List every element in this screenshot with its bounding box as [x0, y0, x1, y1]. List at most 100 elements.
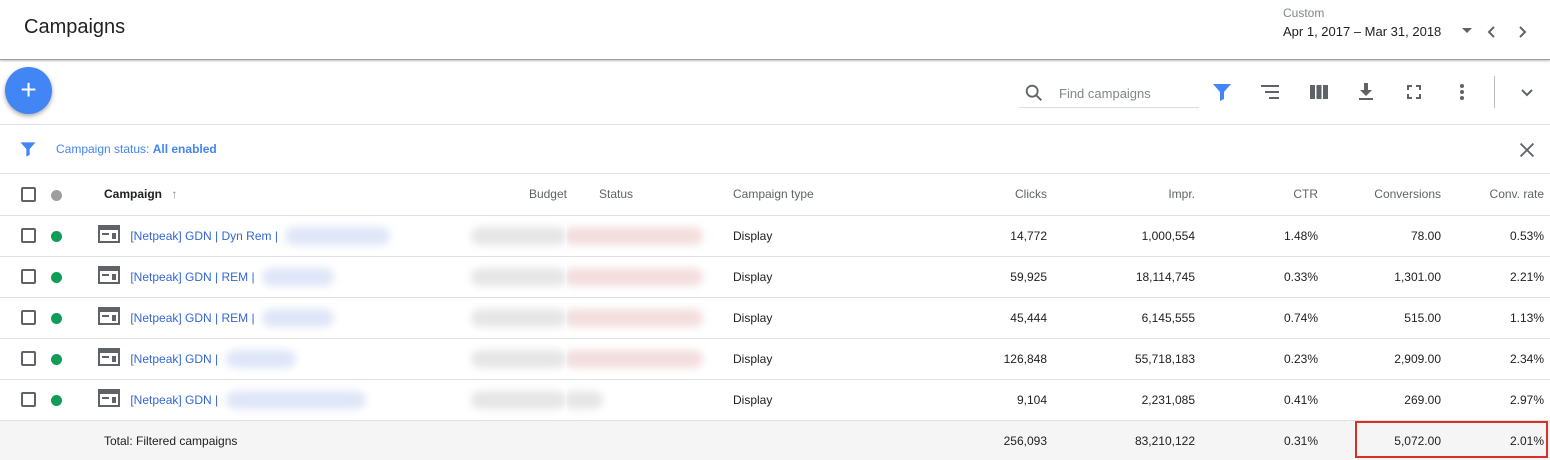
conversions-cell: 1,301.00	[1394, 269, 1441, 284]
filter-bar: Campaign status: All enabled	[0, 125, 1550, 174]
page-header: Campaigns Custom Apr 1, 2017 – Mar 31, 2…	[0, 0, 1550, 60]
impr-cell: 2,231,085	[1141, 392, 1195, 407]
redacted-status	[567, 308, 703, 327]
redacted-status	[567, 267, 703, 286]
impr-cell: 55,718,183	[1134, 351, 1195, 366]
segment-icon[interactable]	[1258, 80, 1282, 104]
chevron-left-icon[interactable]	[1481, 20, 1501, 44]
clicks-cell: 126,848	[1003, 351, 1047, 366]
fullscreen-icon[interactable]	[1402, 80, 1426, 104]
conversions-cell: 78.00	[1410, 228, 1441, 243]
filter-icon	[18, 139, 38, 164]
close-icon[interactable]	[1516, 139, 1538, 166]
campaign-name-link[interactable]: [Netpeak] GDN |	[130, 352, 218, 366]
row-checkbox[interactable]	[21, 228, 36, 244]
redacted-status	[567, 349, 703, 368]
search-icon	[1025, 84, 1042, 101]
status-enabled-dot[interactable]	[51, 353, 62, 365]
redacted-text	[285, 226, 391, 245]
column-header-clicks[interactable]: Clicks	[863, 174, 1047, 215]
row-checkbox[interactable]	[21, 392, 36, 408]
conv-rate-cell: 2.21%	[1509, 269, 1544, 284]
row-checkbox[interactable]	[21, 269, 36, 285]
redacted-budget	[471, 390, 567, 409]
column-header-budget[interactable]: Budget	[436, 174, 567, 215]
total-row: Total: Filtered campaigns 256,093 83,210…	[0, 420, 1550, 460]
conversions-cell: 515.00	[1404, 310, 1441, 325]
status-enabled-dot[interactable]	[51, 394, 62, 406]
columns-icon[interactable]	[1307, 80, 1331, 104]
campaign-name-link[interactable]: [Netpeak] GDN | REM |	[130, 270, 254, 284]
status-enabled-dot[interactable]	[51, 230, 62, 242]
total-impr: 83,210,122	[1134, 433, 1195, 448]
redacted-status	[567, 390, 603, 409]
chevron-down-icon[interactable]	[1515, 80, 1539, 104]
date-dropdown-arrow-icon[interactable]	[1462, 28, 1472, 33]
chevron-right-icon[interactable]	[1513, 20, 1533, 44]
campaigns-table: Campaign ↑ Budget Status Campaign type C…	[0, 174, 1550, 460]
add-campaign-button[interactable]: +	[5, 67, 52, 114]
search-box[interactable]	[1019, 78, 1199, 108]
redacted-text	[225, 349, 296, 368]
total-conv-rate: 2.01%	[1509, 433, 1544, 448]
total-conversions: 5,072.00	[1394, 433, 1441, 448]
redacted-text	[261, 308, 334, 327]
table-row[interactable]: [Netpeak] GDN | Display 126,848 55,718,1…	[0, 338, 1550, 379]
display-campaign-icon	[98, 389, 120, 410]
campaign-name-link[interactable]: [Netpeak] GDN | REM |	[130, 311, 254, 325]
total-clicks: 256,093	[1003, 433, 1047, 448]
filter-value: All enabled	[152, 142, 217, 156]
campaign-type: Display	[733, 351, 773, 366]
row-checkbox[interactable]	[21, 351, 36, 367]
table-row[interactable]: [Netpeak] GDN | Dyn Rem | Display 14,772…	[0, 215, 1550, 256]
status-header-dot	[51, 189, 62, 201]
toolbar-divider	[1494, 76, 1495, 108]
display-campaign-icon	[98, 348, 120, 369]
date-range-picker[interactable]: Custom Apr 1, 2017 – Mar 31, 2018	[1283, 6, 1477, 39]
campaign-name-link[interactable]: [Netpeak] GDN | Dyn Rem |	[130, 229, 278, 243]
clicks-cell: 59,925	[1010, 269, 1047, 284]
ctr-cell: 1.48%	[1283, 228, 1318, 243]
impr-cell: 1,000,554	[1141, 228, 1195, 243]
campaign-type: Display	[733, 269, 773, 284]
redacted-budget	[471, 226, 567, 245]
conv-rate-cell: 2.34%	[1509, 351, 1544, 366]
redacted-budget	[471, 349, 567, 368]
column-header-status[interactable]: Status	[567, 174, 733, 215]
redacted-text	[225, 390, 366, 409]
ctr-cell: 0.41%	[1283, 392, 1318, 407]
column-header-conv-rate[interactable]: Conv. rate	[1441, 174, 1550, 215]
date-range-label: Custom	[1283, 6, 1325, 20]
toolbar: +	[0, 60, 1550, 125]
impr-cell: 6,145,555	[1141, 310, 1195, 325]
filter-chip[interactable]: Campaign status: All enabled	[56, 142, 217, 156]
status-enabled-dot[interactable]	[51, 312, 62, 324]
redacted-budget	[471, 267, 567, 286]
column-header-campaign[interactable]: Campaign ↑	[96, 174, 436, 215]
column-header-campaign-type[interactable]: Campaign type	[733, 174, 863, 215]
ctr-cell: 0.23%	[1283, 351, 1318, 366]
filter-icon[interactable]	[1210, 80, 1234, 104]
column-header-conversions[interactable]: Conversions	[1318, 174, 1441, 215]
clicks-cell: 9,104	[1016, 392, 1047, 407]
campaign-name-link[interactable]: [Netpeak] GDN |	[130, 393, 218, 407]
status-enabled-dot[interactable]	[51, 271, 62, 283]
table-row[interactable]: [Netpeak] GDN | Display 9,104 2,231,085 …	[0, 379, 1550, 420]
filter-prefix: Campaign status:	[56, 142, 153, 156]
ctr-cell: 0.33%	[1283, 269, 1318, 284]
column-header-ctr[interactable]: CTR	[1195, 174, 1318, 215]
total-ctr: 0.31%	[1283, 433, 1318, 448]
table-row[interactable]: [Netpeak] GDN | REM | Display 45,444 6,1…	[0, 297, 1550, 338]
total-label: Total: Filtered campaigns	[104, 433, 238, 448]
campaign-type: Display	[733, 228, 773, 243]
row-checkbox[interactable]	[21, 310, 36, 326]
column-header-impr[interactable]: Impr.	[1047, 174, 1195, 215]
table-row[interactable]: [Netpeak] GDN | REM | Display 59,925 18,…	[0, 256, 1550, 297]
select-all-checkbox[interactable]	[21, 186, 36, 202]
conversions-cell: 269.00	[1404, 392, 1441, 407]
more-vert-icon[interactable]	[1450, 80, 1474, 104]
date-range-value: Apr 1, 2017 – Mar 31, 2018	[1283, 24, 1442, 39]
download-icon[interactable]	[1354, 80, 1378, 104]
search-input[interactable]	[1059, 82, 1197, 104]
sort-arrow-up-icon: ↑	[171, 187, 178, 202]
